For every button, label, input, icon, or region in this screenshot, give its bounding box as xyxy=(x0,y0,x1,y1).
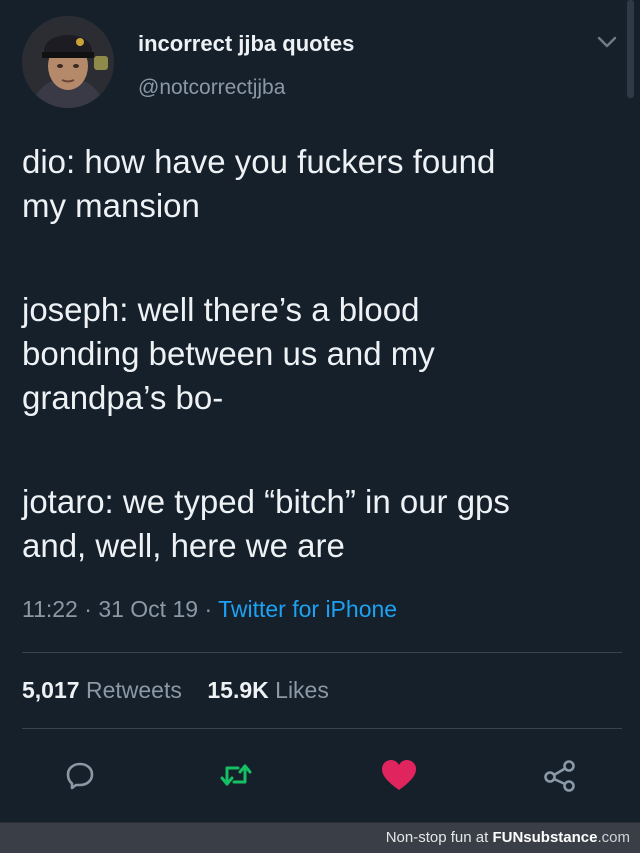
display-name[interactable]: incorrect jjba quotes xyxy=(138,31,354,57)
scrollbar[interactable] xyxy=(627,0,634,98)
retweets-stat[interactable]: 5,017 Retweets xyxy=(22,677,182,703)
chevron-down-icon[interactable] xyxy=(596,34,618,50)
share-icon xyxy=(544,760,575,792)
avatar[interactable] xyxy=(22,16,114,108)
share-button[interactable] xyxy=(540,748,580,802)
likes-count: 15.9K xyxy=(207,677,269,703)
tweet-line: bonding between us and my xyxy=(22,335,435,372)
avatar-portrait xyxy=(22,16,114,108)
watermark-tagline: Non-stop fun at xyxy=(385,829,489,846)
retweets-count: 5,017 xyxy=(22,677,80,703)
tweet-card: incorrect jjba quotes @notcorrectjjba di… xyxy=(0,0,640,822)
meta-separator: · xyxy=(84,596,92,622)
tweet-source-link[interactable]: Twitter for iPhone xyxy=(218,596,397,622)
reply-button[interactable] xyxy=(60,748,100,802)
tweet-line: and, well, here we are xyxy=(22,527,345,564)
tweet-line: jotaro: we typed “bitch” in our gps xyxy=(22,483,510,520)
tweet-line: my mansion xyxy=(22,187,200,224)
watermark-brand-domain: .com xyxy=(597,829,630,846)
retweets-label: Retweets xyxy=(85,677,182,703)
retweet-button[interactable] xyxy=(216,748,256,802)
divider xyxy=(22,728,622,729)
watermark-brand-substance: substance xyxy=(523,829,598,846)
tweet-stats: 5,017 Retweets 15.9K Likes xyxy=(22,677,329,704)
divider xyxy=(22,652,622,653)
tweet-line: grandpa’s bo- xyxy=(22,379,224,416)
meta-separator: · xyxy=(204,596,213,622)
retweet-icon xyxy=(220,764,252,786)
tweet-date[interactable]: 31 Oct 19 xyxy=(98,596,198,622)
tweet-meta: 11:22 · 31 Oct 19 · Twitter for iPhone xyxy=(22,596,397,623)
like-button[interactable] xyxy=(379,748,419,802)
reply-icon xyxy=(66,762,94,790)
tweet-line: joseph: well there’s a blood xyxy=(22,291,420,328)
heart-icon xyxy=(382,760,416,790)
user-handle[interactable]: @notcorrectjjba xyxy=(138,76,285,100)
tweet-text: dio: how have you fuckers found my mansi… xyxy=(22,140,622,568)
action-bar xyxy=(0,748,640,802)
watermark-text[interactable]: Non-stop fun at FUNsubstance.com xyxy=(386,829,630,846)
likes-label: Likes xyxy=(275,677,329,703)
watermark-footer: Non-stop fun at FUNsubstance.com xyxy=(0,822,640,853)
likes-stat[interactable]: 15.9K Likes xyxy=(207,677,328,703)
tweet-line: dio: how have you fuckers found xyxy=(22,143,496,180)
tweet-time[interactable]: 11:22 xyxy=(22,596,78,622)
watermark-brand-fun: FUN xyxy=(492,829,524,846)
